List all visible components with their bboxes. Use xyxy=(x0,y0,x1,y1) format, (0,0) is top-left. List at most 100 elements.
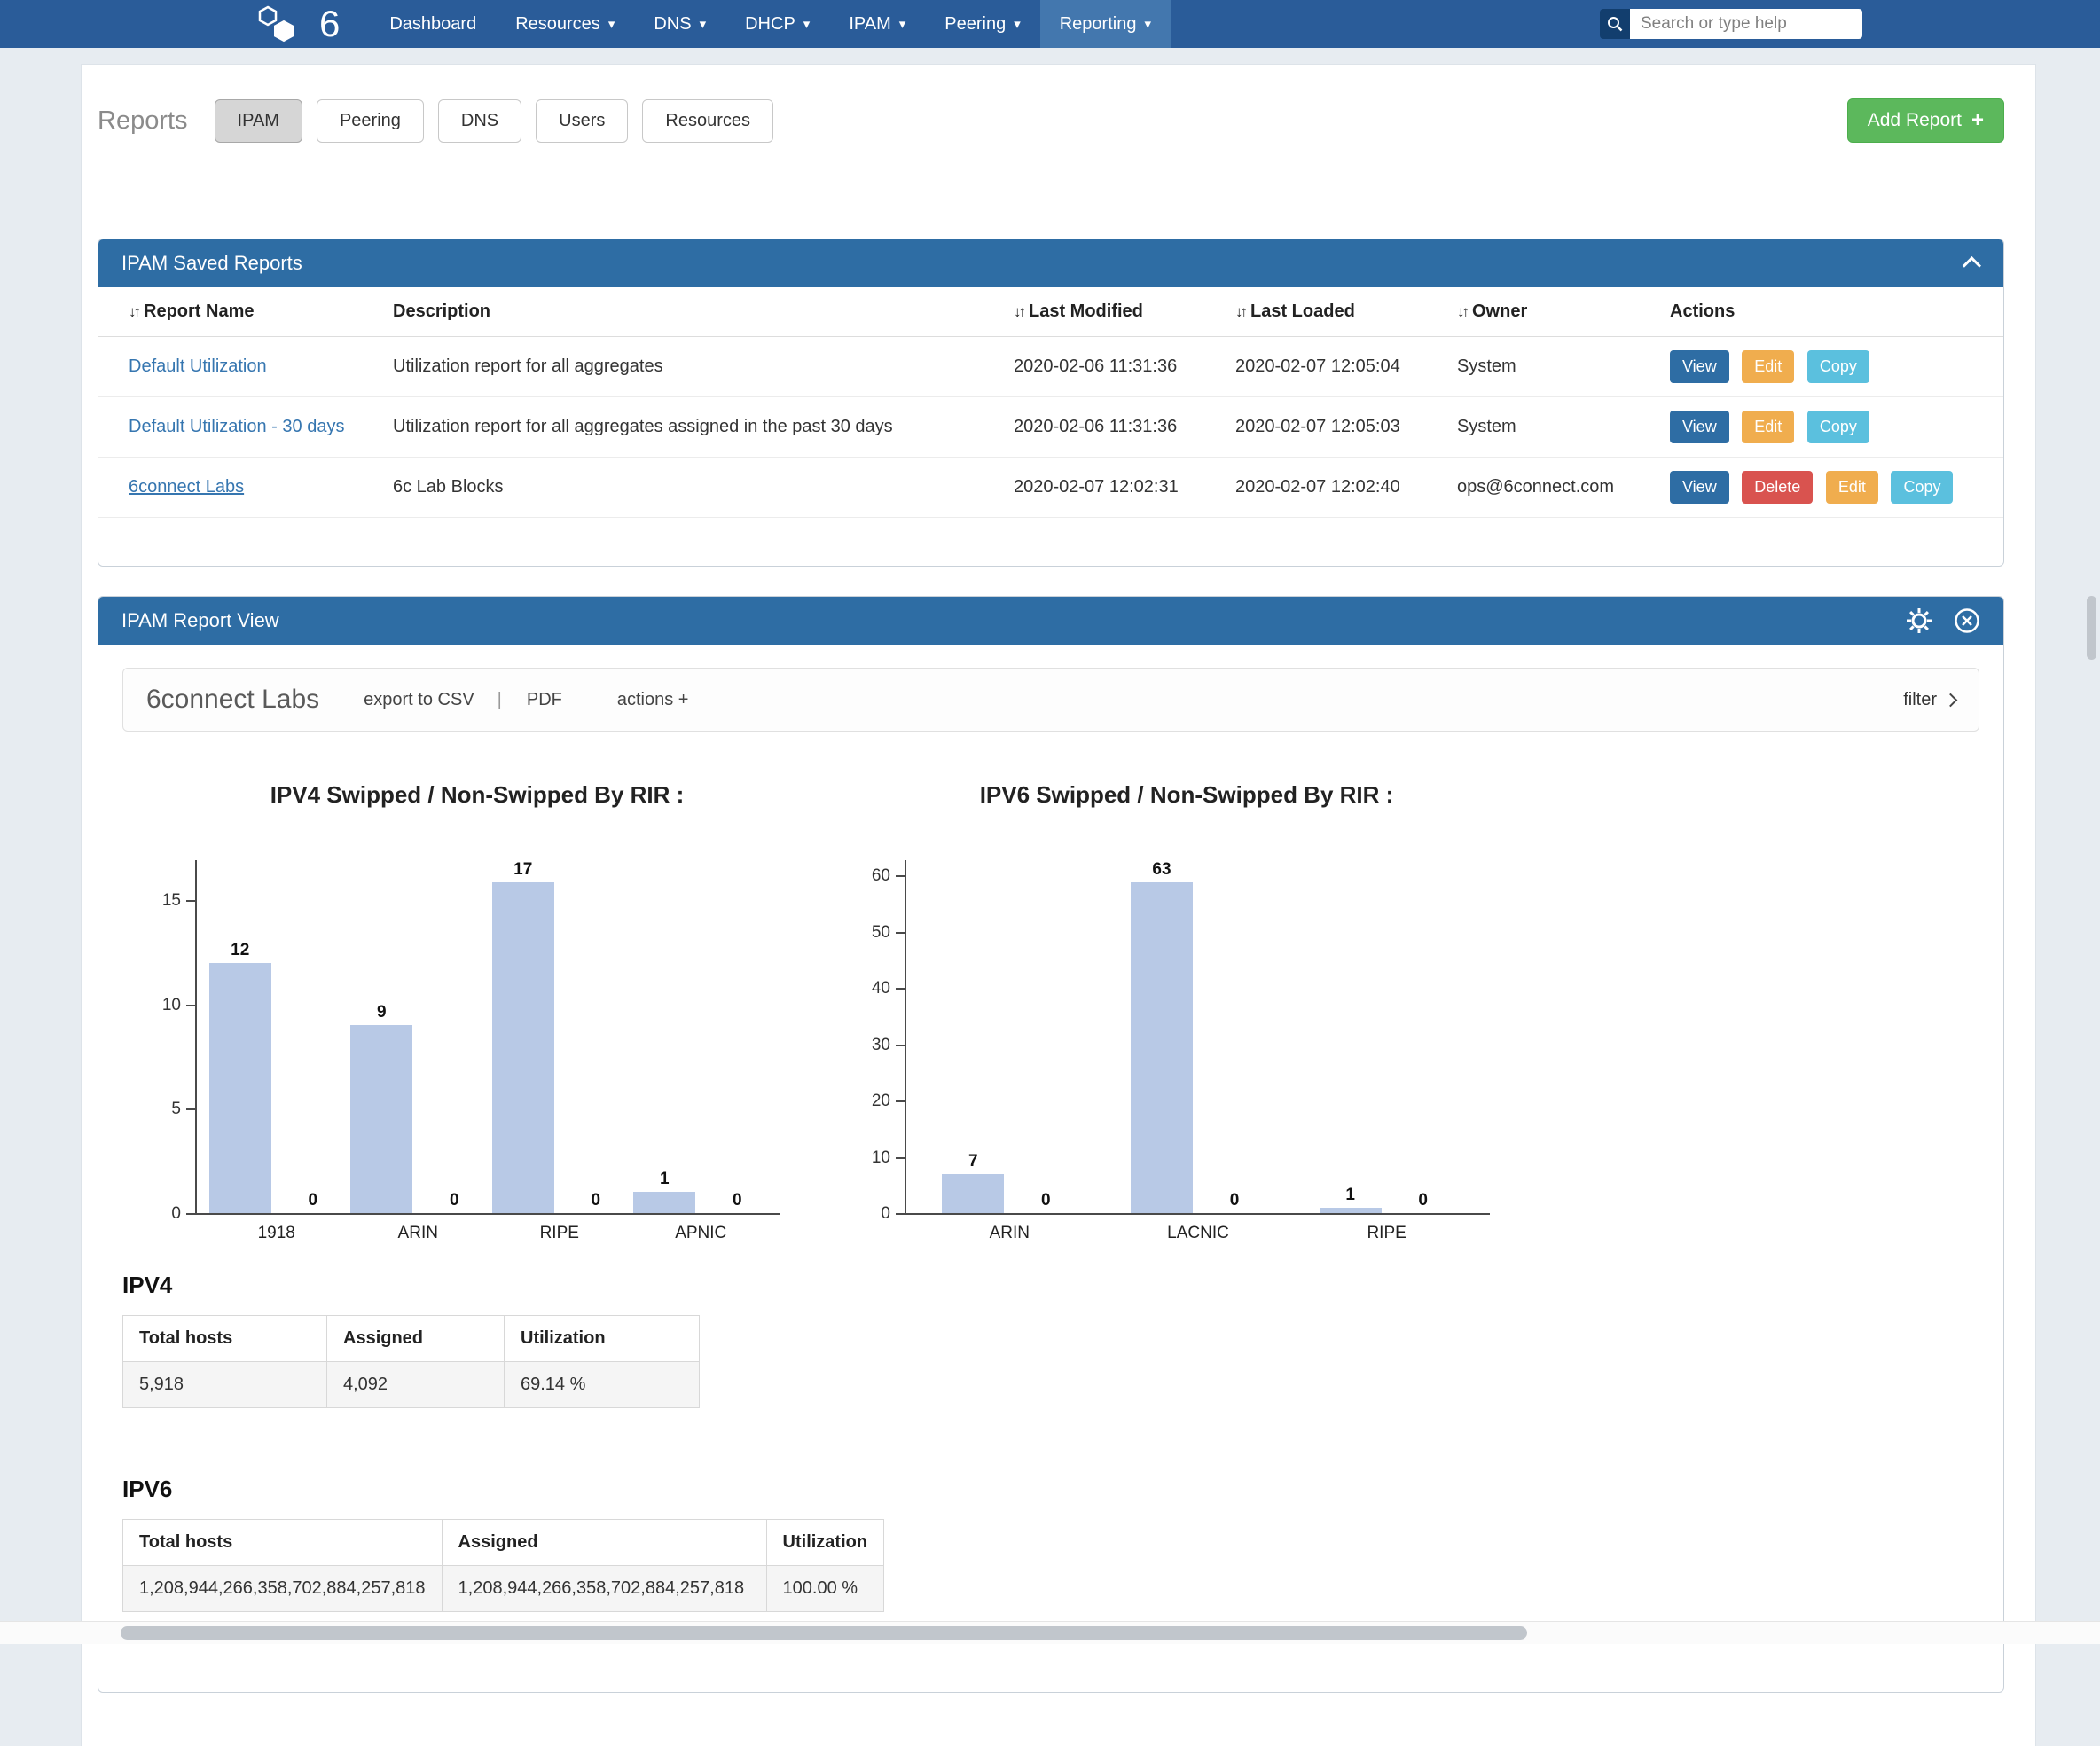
nav-item-peering[interactable]: Peering▾ xyxy=(925,0,1039,48)
column-label: Actions xyxy=(1670,301,1735,321)
report-last-modified: 2020-02-07 12:02:31 xyxy=(1003,458,1225,518)
app-logo[interactable]: 6 xyxy=(248,4,340,44)
report-description: Utilization report for all aggregates xyxy=(382,337,1003,397)
close-icon[interactable] xyxy=(1954,607,1980,634)
nav-label: Dashboard xyxy=(389,14,476,35)
bar-group: 1201918 xyxy=(209,860,344,1213)
nav-label: DNS xyxy=(654,14,691,35)
table-row: 5,918 4,092 69.14 % xyxy=(123,1362,700,1408)
tab-users[interactable]: Users xyxy=(536,99,628,143)
report-link-default-utilization[interactable]: Default Utilization xyxy=(129,356,267,376)
y-axis-tick-mark xyxy=(186,900,195,902)
ipv4-summary-section: IPV4 Total hosts Assigned Utilization 5,… xyxy=(122,1272,1979,1408)
collapse-chevron-icon[interactable] xyxy=(1963,256,1981,275)
ipv4-chart-plot: 051015120191890ARIN170RIPE10APNIC xyxy=(195,860,780,1215)
bar-slot: 0 xyxy=(282,860,344,1213)
bar-slot: 17 xyxy=(492,860,554,1213)
y-axis-tick-label: 10 xyxy=(142,996,181,1015)
copy-button[interactable]: Copy xyxy=(1807,350,1869,383)
filter-toggle[interactable]: filter xyxy=(1903,690,1955,710)
nav-label: Resources xyxy=(515,14,600,35)
tab-peering[interactable]: Peering xyxy=(317,99,424,143)
report-owner: System xyxy=(1446,397,1659,458)
table-row: 6connect Labs 6c Lab Blocks 2020-02-07 1… xyxy=(98,458,2003,518)
report-name: 6connect Labs xyxy=(146,685,319,715)
view-button[interactable]: View xyxy=(1670,471,1729,504)
main-content: Reports IPAM Peering DNS Users Resources… xyxy=(81,64,2036,1746)
filter-label: filter xyxy=(1903,690,1937,710)
nav-label: DHCP xyxy=(745,14,795,35)
view-button[interactable]: View xyxy=(1670,350,1729,383)
delete-button[interactable]: Delete xyxy=(1742,471,1813,504)
view-button[interactable]: View xyxy=(1670,411,1729,443)
nav-item-resources[interactable]: Resources▾ xyxy=(496,0,634,48)
x-axis-category-label: ARIN xyxy=(942,1224,1077,1243)
bar-value-label: 0 xyxy=(1230,1191,1240,1210)
export-csv-link[interactable]: export to CSV xyxy=(364,690,474,710)
tab-resources[interactable]: Resources xyxy=(642,99,773,143)
column-header-last-loaded[interactable]: ↓↑Last Loaded xyxy=(1225,287,1446,337)
column-label: Last Modified xyxy=(1029,301,1143,321)
copy-button[interactable]: Copy xyxy=(1807,411,1869,443)
saved-reports-table-wrapper: ↓↑Report Name Description ↓↑ Last Modifie… xyxy=(98,287,2003,566)
vertical-scrollbar-thumb[interactable] xyxy=(2087,596,2096,660)
export-pdf-link[interactable]: PDF xyxy=(527,690,562,710)
y-axis-tick-label: 0 xyxy=(142,1204,181,1224)
search-icon[interactable] xyxy=(1600,9,1630,39)
tab-ipam[interactable]: IPAM xyxy=(215,99,302,143)
nav-item-dns[interactable]: DNS▾ xyxy=(634,0,725,48)
y-axis-tick-mark xyxy=(186,1005,195,1006)
bar-group: 630LACNIC xyxy=(1131,860,1265,1213)
add-report-label: Add Report xyxy=(1868,110,1962,131)
column-header-report-name[interactable]: ↓↑Report Name xyxy=(98,287,382,337)
page-title: Reports xyxy=(98,106,188,136)
report-last-loaded: 2020-02-07 12:05:03 xyxy=(1225,397,1446,458)
caret-down-icon: ▾ xyxy=(899,18,906,31)
edit-button[interactable]: Edit xyxy=(1742,350,1794,383)
edit-button[interactable]: Edit xyxy=(1826,471,1878,504)
ipv6-col-total-hosts: Total hosts xyxy=(123,1520,443,1566)
bar xyxy=(209,963,271,1213)
bar-value-label: 1 xyxy=(660,1170,670,1189)
report-category-tabs: IPAM Peering DNS Users Resources xyxy=(215,99,773,143)
bar-slot: 63 xyxy=(1131,860,1193,1213)
ipv6-chart-title: IPV6 Swipped / Non-Swipped By RIR : xyxy=(832,781,1541,809)
tab-dns[interactable]: DNS xyxy=(438,99,521,143)
bar-value-label: 12 xyxy=(231,941,249,960)
y-axis-tick-mark xyxy=(896,1157,905,1159)
gear-icon[interactable] xyxy=(1906,607,1932,634)
x-axis-category-label: RIPE xyxy=(1320,1224,1454,1243)
nav-item-ipam[interactable]: IPAM▾ xyxy=(829,0,925,48)
column-label: Description xyxy=(393,301,490,321)
y-axis-tick-mark xyxy=(896,1100,905,1102)
column-header-owner[interactable]: ↓↑Owner xyxy=(1446,287,1659,337)
horizontal-scrollbar-thumb[interactable] xyxy=(121,1626,1527,1640)
column-header-description: Description xyxy=(382,287,1003,337)
hexagon-logo-icon xyxy=(248,4,312,44)
y-axis-tick-label: 15 xyxy=(142,891,181,911)
bar-value-label: 0 xyxy=(450,1191,459,1210)
report-owner: ops@6connect.com xyxy=(1446,458,1659,518)
nav-item-dashboard[interactable]: Dashboard xyxy=(370,0,496,48)
bar-group: 170RIPE xyxy=(492,860,627,1213)
ipam-saved-reports-panel: IPAM Saved Reports ↓↑Report Name Descrip… xyxy=(98,239,2004,567)
report-link-6connect-labs[interactable]: 6connect Labs xyxy=(129,477,244,497)
report-link-default-utilization-30-days[interactable]: Default Utilization - 30 days xyxy=(129,417,344,436)
sort-icon: ↓↑ xyxy=(1014,303,1023,320)
search-input[interactable] xyxy=(1630,9,1862,39)
nav-item-reporting[interactable]: Reporting▾ xyxy=(1040,0,1171,48)
copy-button[interactable]: Copy xyxy=(1891,471,1953,504)
bar-value-label: 0 xyxy=(1418,1191,1428,1210)
y-axis-tick-mark xyxy=(896,1045,905,1046)
bar xyxy=(350,1025,412,1213)
top-navbar: 6 Dashboard Resources▾ DNS▾ DHCP▾ IPAM▾ … xyxy=(0,0,2100,48)
add-report-button[interactable]: Add Report + xyxy=(1847,98,2004,143)
column-header-last-modified[interactable]: ↓↑ Last Modified xyxy=(1003,287,1225,337)
horizontal-scrollbar[interactable] xyxy=(0,1621,2100,1644)
nav-item-dhcp[interactable]: DHCP▾ xyxy=(725,0,829,48)
ipv4-col-utilization: Utilization xyxy=(505,1316,700,1362)
y-axis-tick-label: 60 xyxy=(851,866,890,886)
actions-menu-toggle[interactable]: actions + xyxy=(617,690,689,710)
ipv4-utilization-value: 69.14 % xyxy=(505,1362,700,1408)
edit-button[interactable]: Edit xyxy=(1742,411,1794,443)
